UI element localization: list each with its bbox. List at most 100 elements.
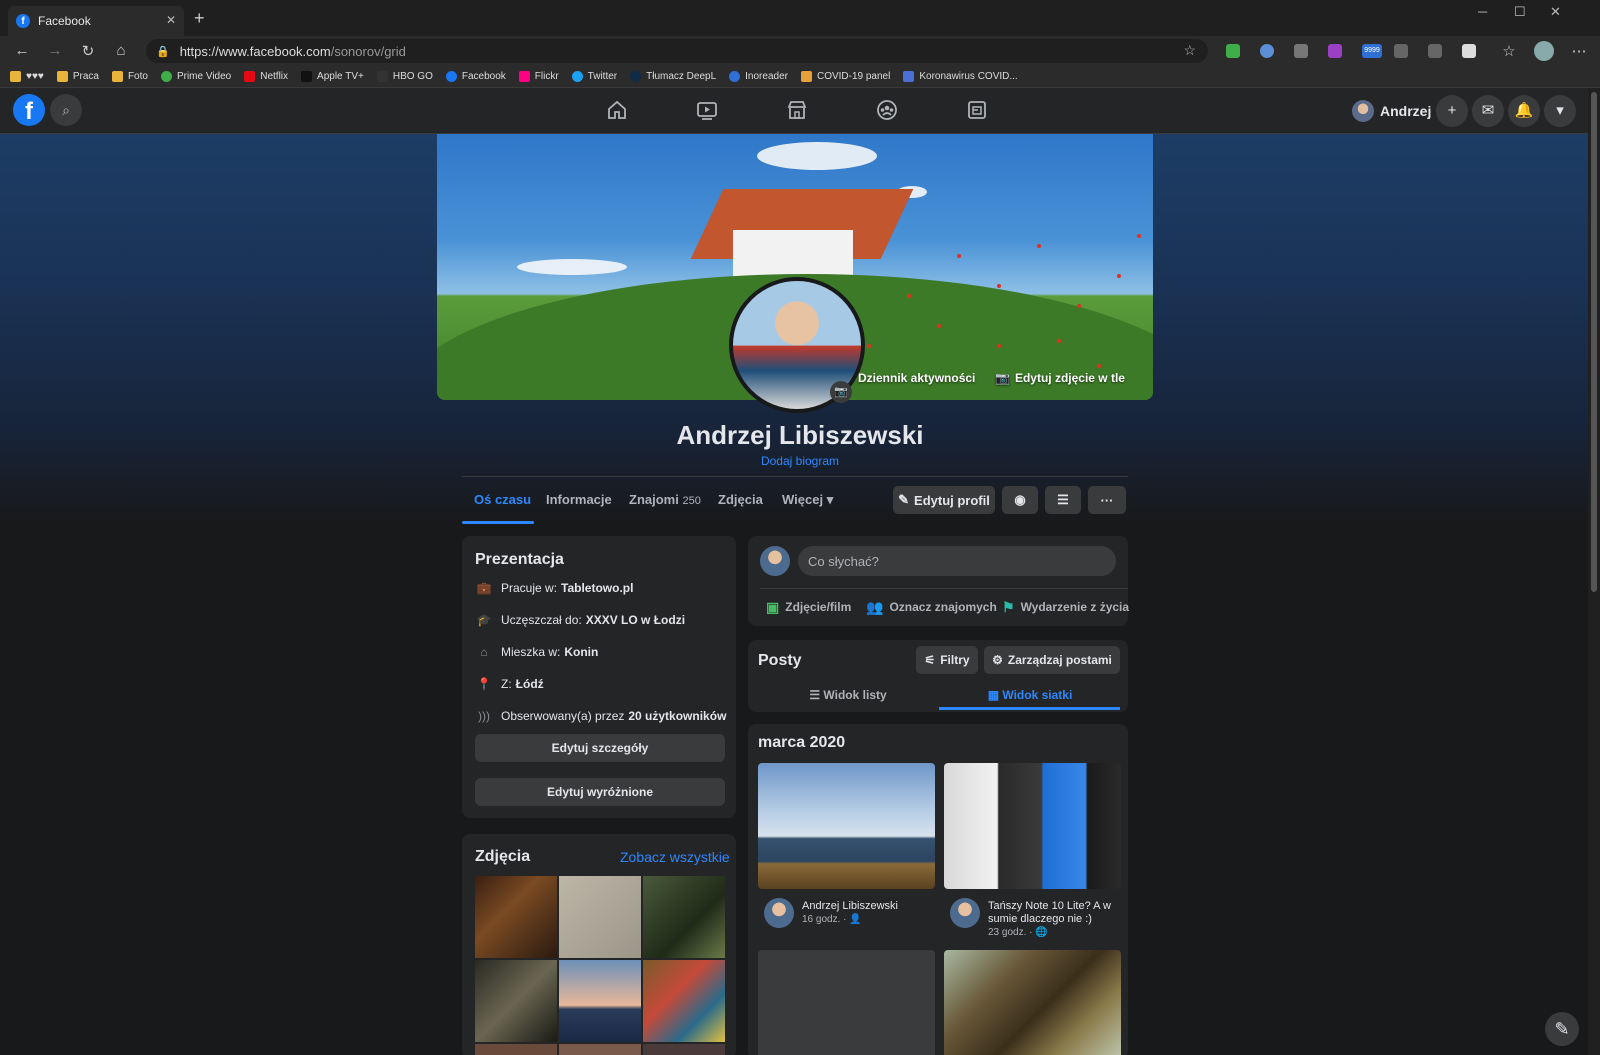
browser-profile-avatar[interactable]	[1534, 41, 1554, 61]
bookmark-item[interactable]: Praca	[56, 71, 99, 82]
new-message-icon[interactable]: ✎	[1545, 1012, 1579, 1046]
school-link[interactable]: XXXV LO w Łodzi	[586, 613, 685, 627]
bookmark-item[interactable]: COVID-19 panel	[800, 71, 890, 82]
home-icon[interactable]: ⌂	[112, 42, 130, 59]
tab-photos[interactable]: Zdjęcia	[718, 492, 763, 507]
grid-view-tab[interactable]: ▦ Widok siatki	[935, 688, 1125, 702]
list-view-tab[interactable]: ☰ Widok listy	[753, 688, 943, 702]
bookmark-item[interactable]: Flickr	[518, 71, 559, 82]
city-link[interactable]: Konin	[564, 645, 598, 659]
post-grid-image[interactable]	[944, 950, 1121, 1055]
onenote-extension-icon[interactable]	[1328, 44, 1342, 58]
new-tab-icon[interactable]: +	[194, 8, 205, 29]
extension-icon[interactable]	[1260, 44, 1274, 58]
photo-thumbnail[interactable]	[475, 876, 557, 958]
bookmark-item[interactable]: Prime Video	[160, 71, 231, 82]
page-scrollbar[interactable]	[1588, 88, 1600, 1055]
photo-thumbnail[interactable]	[643, 876, 725, 958]
messenger-icon[interactable]: ✉	[1472, 95, 1504, 127]
post-author-avatar[interactable]	[950, 898, 980, 928]
profile-shortcut[interactable]: Andrzej	[1352, 95, 1431, 127]
bookmark-item[interactable]: HBO GO	[376, 71, 433, 82]
facebook-icon	[445, 71, 457, 82]
watch-nav-icon[interactable]	[696, 99, 718, 121]
edit-profile-button[interactable]: ✎ Edytuj profil	[893, 486, 995, 514]
photo-thumbnail[interactable]	[643, 960, 725, 1042]
post-title[interactable]: Tańszy Note 10 Lite? A w sumie dlaczego …	[988, 900, 1114, 926]
extension-icon[interactable]	[1394, 44, 1408, 58]
manage-posts-button[interactable]: ⚙ Zarządzaj postami	[984, 646, 1120, 674]
maximize-icon[interactable]: ☐	[1514, 4, 1526, 20]
edit-details-button[interactable]: Edytuj szczegóły	[475, 734, 725, 762]
tag-friends-button[interactable]: 👥 Oznacz znajomych	[866, 598, 997, 616]
tab-more[interactable]: Więcej ▾	[782, 492, 833, 508]
close-window-icon[interactable]: ✕	[1550, 4, 1561, 20]
filters-button[interactable]: ⚟ Filtry	[916, 646, 978, 674]
profile-picture-camera-icon[interactable]: 📷	[830, 381, 852, 403]
forward-icon[interactable]: →	[46, 42, 64, 59]
minimize-icon[interactable]: ─	[1478, 4, 1487, 19]
view-as-eye-icon[interactable]: ◉	[1002, 486, 1038, 514]
bookmark-item[interactable]: Foto	[111, 71, 148, 82]
bookmark-item[interactable]: Apple TV+	[301, 71, 364, 82]
bookmark-item[interactable]: Facebook	[445, 71, 506, 82]
scrollbar-thumb[interactable]	[1591, 92, 1597, 592]
composer-avatar[interactable]	[760, 546, 790, 576]
status-input[interactable]: Co słychać?	[798, 546, 1116, 576]
post-title[interactable]: Andrzej Libiszewski	[802, 900, 932, 913]
followers-link[interactable]: 20 użytkowników	[628, 709, 726, 723]
tab-friends[interactable]: Znajomi 250	[629, 492, 701, 507]
search-icon[interactable]: ⌕	[50, 94, 82, 126]
bookmark-item[interactable]: Netflix	[244, 71, 288, 82]
close-tab-icon[interactable]: ✕	[166, 13, 176, 27]
add-bio-link[interactable]: Dodaj biogram	[0, 454, 1600, 468]
facebook-logo-icon[interactable]: f	[13, 94, 45, 126]
browser-menu-icon[interactable]: ⋯	[1570, 42, 1588, 60]
bookmark-star-icon[interactable]: ☆	[1183, 42, 1196, 59]
extension-icon[interactable]	[1462, 44, 1476, 58]
home-nav-icon[interactable]	[606, 99, 628, 121]
photo-thumbnail[interactable]	[559, 1044, 641, 1055]
photo-thumbnail[interactable]	[559, 960, 641, 1042]
favorites-icon[interactable]: ☆	[1500, 42, 1518, 60]
url-field[interactable]: 🔒 https://www.facebook.com/sonorov/grid …	[146, 39, 1208, 63]
bookmark-item[interactable]: Inoreader	[729, 71, 788, 82]
photo-thumbnail[interactable]	[475, 960, 557, 1042]
photo-thumbnail[interactable]	[475, 1044, 557, 1055]
bookmark-item[interactable]: Tłumacz DeepL	[630, 71, 716, 82]
account-menu-chevron-icon[interactable]: ▾	[1544, 95, 1576, 127]
tab-info[interactable]: Informacje	[546, 492, 612, 507]
bookmark-item[interactable]: Koronawirus COVID...	[903, 71, 1018, 82]
create-plus-icon[interactable]: +	[1436, 95, 1468, 127]
groups-nav-icon[interactable]	[876, 99, 898, 121]
list-icon[interactable]: ☰	[1045, 486, 1081, 514]
see-all-photos-link[interactable]: Zobacz wszystkie	[620, 849, 730, 865]
post-grid-image-placeholder[interactable]	[758, 950, 935, 1055]
work-link[interactable]: Tabletowo.pl	[561, 581, 633, 595]
marketplace-nav-icon[interactable]	[786, 99, 808, 121]
notifications-bell-icon[interactable]: 🔔	[1508, 95, 1540, 127]
bookmark-item[interactable]: Twitter	[571, 71, 617, 82]
post-grid-image[interactable]	[944, 763, 1121, 889]
hometown-link[interactable]: Łódź	[516, 677, 544, 691]
inoreader-badge-icon[interactable]: 9999	[1362, 44, 1382, 58]
shield-extension-icon[interactable]	[1226, 44, 1240, 58]
back-icon[interactable]: ←	[13, 42, 31, 59]
browser-tab[interactable]: f Facebook ✕	[8, 6, 184, 36]
photo-video-button[interactable]: ▣ Zdjęcie/film	[766, 598, 851, 616]
post-author-avatar[interactable]	[764, 898, 794, 928]
tab-timeline[interactable]: Oś czasu	[474, 492, 531, 507]
edit-featured-button[interactable]: Edytuj wyróżnione	[475, 778, 725, 806]
extension-icon[interactable]	[1294, 44, 1308, 58]
post-grid-image[interactable]	[758, 763, 935, 889]
life-event-button[interactable]: ⚑ Wydarzenie z życia	[1002, 598, 1129, 616]
more-options-icon[interactable]: ···	[1088, 486, 1126, 514]
gaming-nav-icon[interactable]	[966, 99, 988, 121]
activity-log-button[interactable]: Dziennik aktywności	[852, 367, 981, 389]
edit-cover-button[interactable]: 📷 Edytuj zdjęcie w tle	[989, 367, 1131, 389]
extension-icon[interactable]	[1428, 44, 1442, 58]
photo-thumbnail[interactable]	[559, 876, 641, 958]
reload-icon[interactable]: ↻	[79, 42, 97, 60]
bookmark-item[interactable]: ♥♥♥	[10, 71, 44, 82]
photo-thumbnail[interactable]	[643, 1044, 725, 1055]
